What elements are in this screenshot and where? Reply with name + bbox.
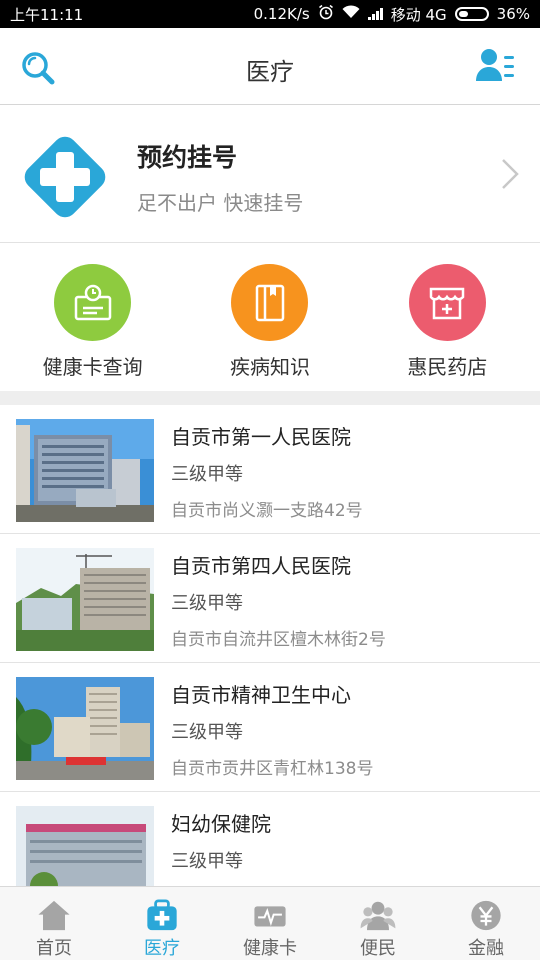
service-label: 疾病知识 <box>229 355 310 379</box>
yen-icon <box>471 900 501 931</box>
nav-finance[interactable]: 金融 <box>432 887 540 960</box>
status-bar: 上午11:11 0.12K/s 移动 4G 36% <box>0 0 540 28</box>
hospital-address: 自贡市自流井区檀木林街2号 <box>171 630 386 650</box>
hospital-address: 自贡市尚义灏一支路42号 <box>171 501 363 521</box>
health-card-icon <box>54 264 132 341</box>
section-divider <box>0 391 540 405</box>
hospital-row[interactable]: 自贡市精神卫生中心 三级甲等 自贡市贡井区青杠林138号 <box>0 663 540 792</box>
hospital-row[interactable]: 妇幼保健院 三级甲等 <box>0 792 540 886</box>
nav-medical[interactable]: 医疗 <box>108 887 216 960</box>
hospital-row[interactable]: 自贡市第一人民医院 三级甲等 自贡市尚义灏一支路42号 <box>0 405 540 534</box>
nav-health-card[interactable]: 健康卡 <box>216 887 324 960</box>
nav-home[interactable]: 首页 <box>0 887 108 960</box>
service-label: 惠民药店 <box>407 355 488 379</box>
hospital-level: 三级甲等 <box>171 722 243 743</box>
chevron-right-icon <box>502 159 519 189</box>
hospital-row[interactable]: 自贡市第四人民医院 三级甲等 自贡市自流井区檀木林街2号 <box>0 534 540 663</box>
service-pharmacy[interactable]: 惠民药店 <box>359 243 536 391</box>
nav-label: 医疗 <box>144 938 180 959</box>
hospital-photo <box>16 677 154 780</box>
nav-label: 健康卡 <box>243 938 297 959</box>
status-indicators: 0.12K/s 移动 4G 36% <box>254 4 530 25</box>
people-icon <box>360 901 396 931</box>
hospital-photo <box>16 419 154 522</box>
heartbeat-card-icon <box>254 906 286 927</box>
network-speed: 0.12K/s <box>253 5 310 23</box>
battery-icon <box>454 7 489 21</box>
hospital-photo <box>16 548 154 651</box>
nav-convenience[interactable]: 便民 <box>324 887 432 960</box>
hospital-name: 妇幼保健院 <box>171 812 271 836</box>
battery-percent: 36% <box>496 5 530 23</box>
hospital-name: 自贡市精神卫生中心 <box>171 683 351 707</box>
profile-button[interactable] <box>476 48 516 84</box>
hospital-name: 自贡市第一人民医院 <box>171 425 351 449</box>
nav-label: 金融 <box>468 938 504 959</box>
signal-icon <box>367 8 383 20</box>
hospital-address: 自贡市贡井区青杠林138号 <box>171 759 374 779</box>
service-health-card[interactable]: 健康卡查询 <box>4 243 181 391</box>
service-disease-knowledge[interactable]: 疾病知识 <box>181 243 358 391</box>
hospital-level: 三级甲等 <box>171 851 243 872</box>
app-header: 医疗 <box>0 28 540 105</box>
nav-label: 首页 <box>36 938 72 959</box>
bottom-nav: 首页 医疗 健康卡 便民 金融 <box>0 886 540 960</box>
hospital-level: 三级甲等 <box>171 593 243 614</box>
service-label: 健康卡查询 <box>42 355 143 379</box>
appointment-subtitle: 足不出户 快速挂号 <box>137 191 304 215</box>
pharmacy-icon <box>408 264 486 341</box>
hospital-level: 三级甲等 <box>171 464 243 485</box>
hospital-name: 自贡市第四人民医院 <box>171 554 351 578</box>
alarm-icon <box>318 4 334 24</box>
status-time: 上午11:11 <box>10 5 84 24</box>
wifi-icon <box>342 5 360 23</box>
quick-services: 健康卡查询 疾病知识 惠民药店 <box>0 243 540 391</box>
book-icon <box>231 264 309 341</box>
hospital-photo <box>16 806 154 886</box>
page-title: 医疗 <box>246 58 294 86</box>
user-list-icon <box>476 49 514 81</box>
nav-label: 便民 <box>360 938 396 959</box>
appointment-banner[interactable]: 预约挂号 足不出户 快速挂号 <box>0 105 540 243</box>
medical-cross-icon <box>24 136 106 218</box>
carrier-label: 移动 4G <box>390 5 447 24</box>
home-icon <box>38 900 70 931</box>
medical-kit-icon <box>147 899 177 931</box>
appointment-title: 预约挂号 <box>137 143 238 172</box>
hospital-list: 自贡市第一人民医院 三级甲等 自贡市尚义灏一支路42号 自贡市第四人民医院 三级… <box>0 405 540 886</box>
